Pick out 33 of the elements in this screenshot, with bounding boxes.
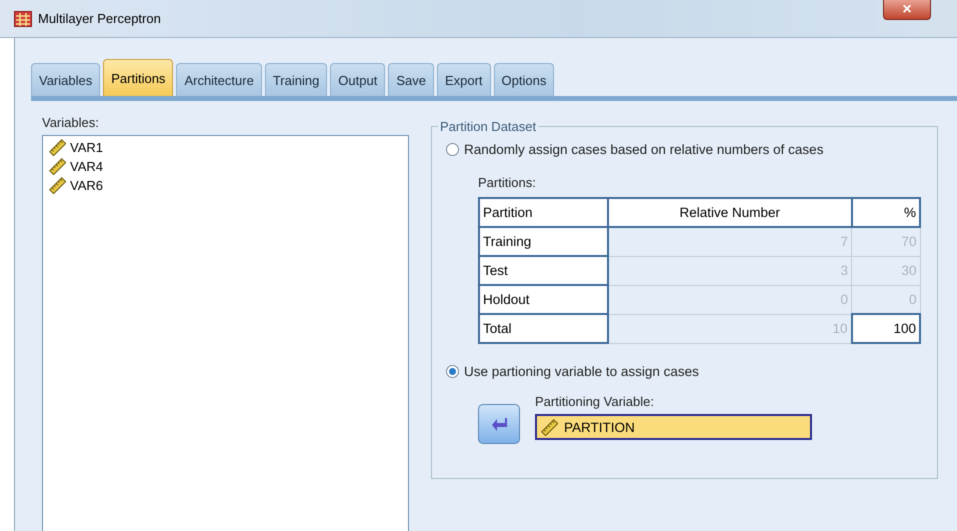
- group-title: Partition Dataset: [439, 119, 538, 134]
- tab[interactable]: Export: [436, 63, 491, 96]
- app-icon: [14, 10, 32, 26]
- tab[interactable]: Architecture: [176, 63, 262, 96]
- radio-label[interactable]: Randomly assign cases based on relative numbers of cases: [464, 142, 824, 157]
- list-item[interactable]: VAR6: [49, 176, 402, 195]
- column-header: Partition: [479, 198, 608, 227]
- column-header: %: [852, 198, 920, 227]
- tab[interactable]: Options: [494, 63, 554, 96]
- list-item[interactable]: VAR1: [49, 138, 402, 157]
- window-title: Multilayer Perceptron: [38, 11, 161, 26]
- radio-button[interactable]: [446, 365, 459, 378]
- tab[interactable]: Output: [330, 63, 386, 96]
- table-label: Partitions:: [478, 175, 537, 192]
- table-cell: Test: [479, 256, 608, 285]
- radio-button[interactable]: [446, 143, 459, 156]
- field-label: Partitioning Variable:: [535, 394, 655, 411]
- arrow-icon: [491, 417, 507, 431]
- radio-label[interactable]: Use partioning variable to assign cases: [464, 364, 699, 379]
- column-header: Relative Number: [608, 198, 852, 227]
- tab[interactable]: Training: [264, 63, 328, 96]
- variable-field[interactable]: PARTITION: [535, 414, 812, 440]
- variable-list[interactable]: VAR1 VAR4 VAR6: [42, 135, 409, 531]
- table-cell: Total: [479, 314, 608, 343]
- move-button[interactable]: [478, 404, 520, 444]
- list-item[interactable]: VAR4: [49, 157, 402, 176]
- tab[interactable]: Save: [388, 63, 434, 96]
- table-cell: Training: [479, 227, 608, 256]
- table-cell: Holdout: [479, 285, 608, 314]
- table-cell[interactable]: 100: [852, 314, 920, 343]
- list-label: Variables:: [42, 115, 100, 132]
- tab[interactable]: Variables: [31, 63, 100, 96]
- tab[interactable]: Partitions: [103, 59, 174, 96]
